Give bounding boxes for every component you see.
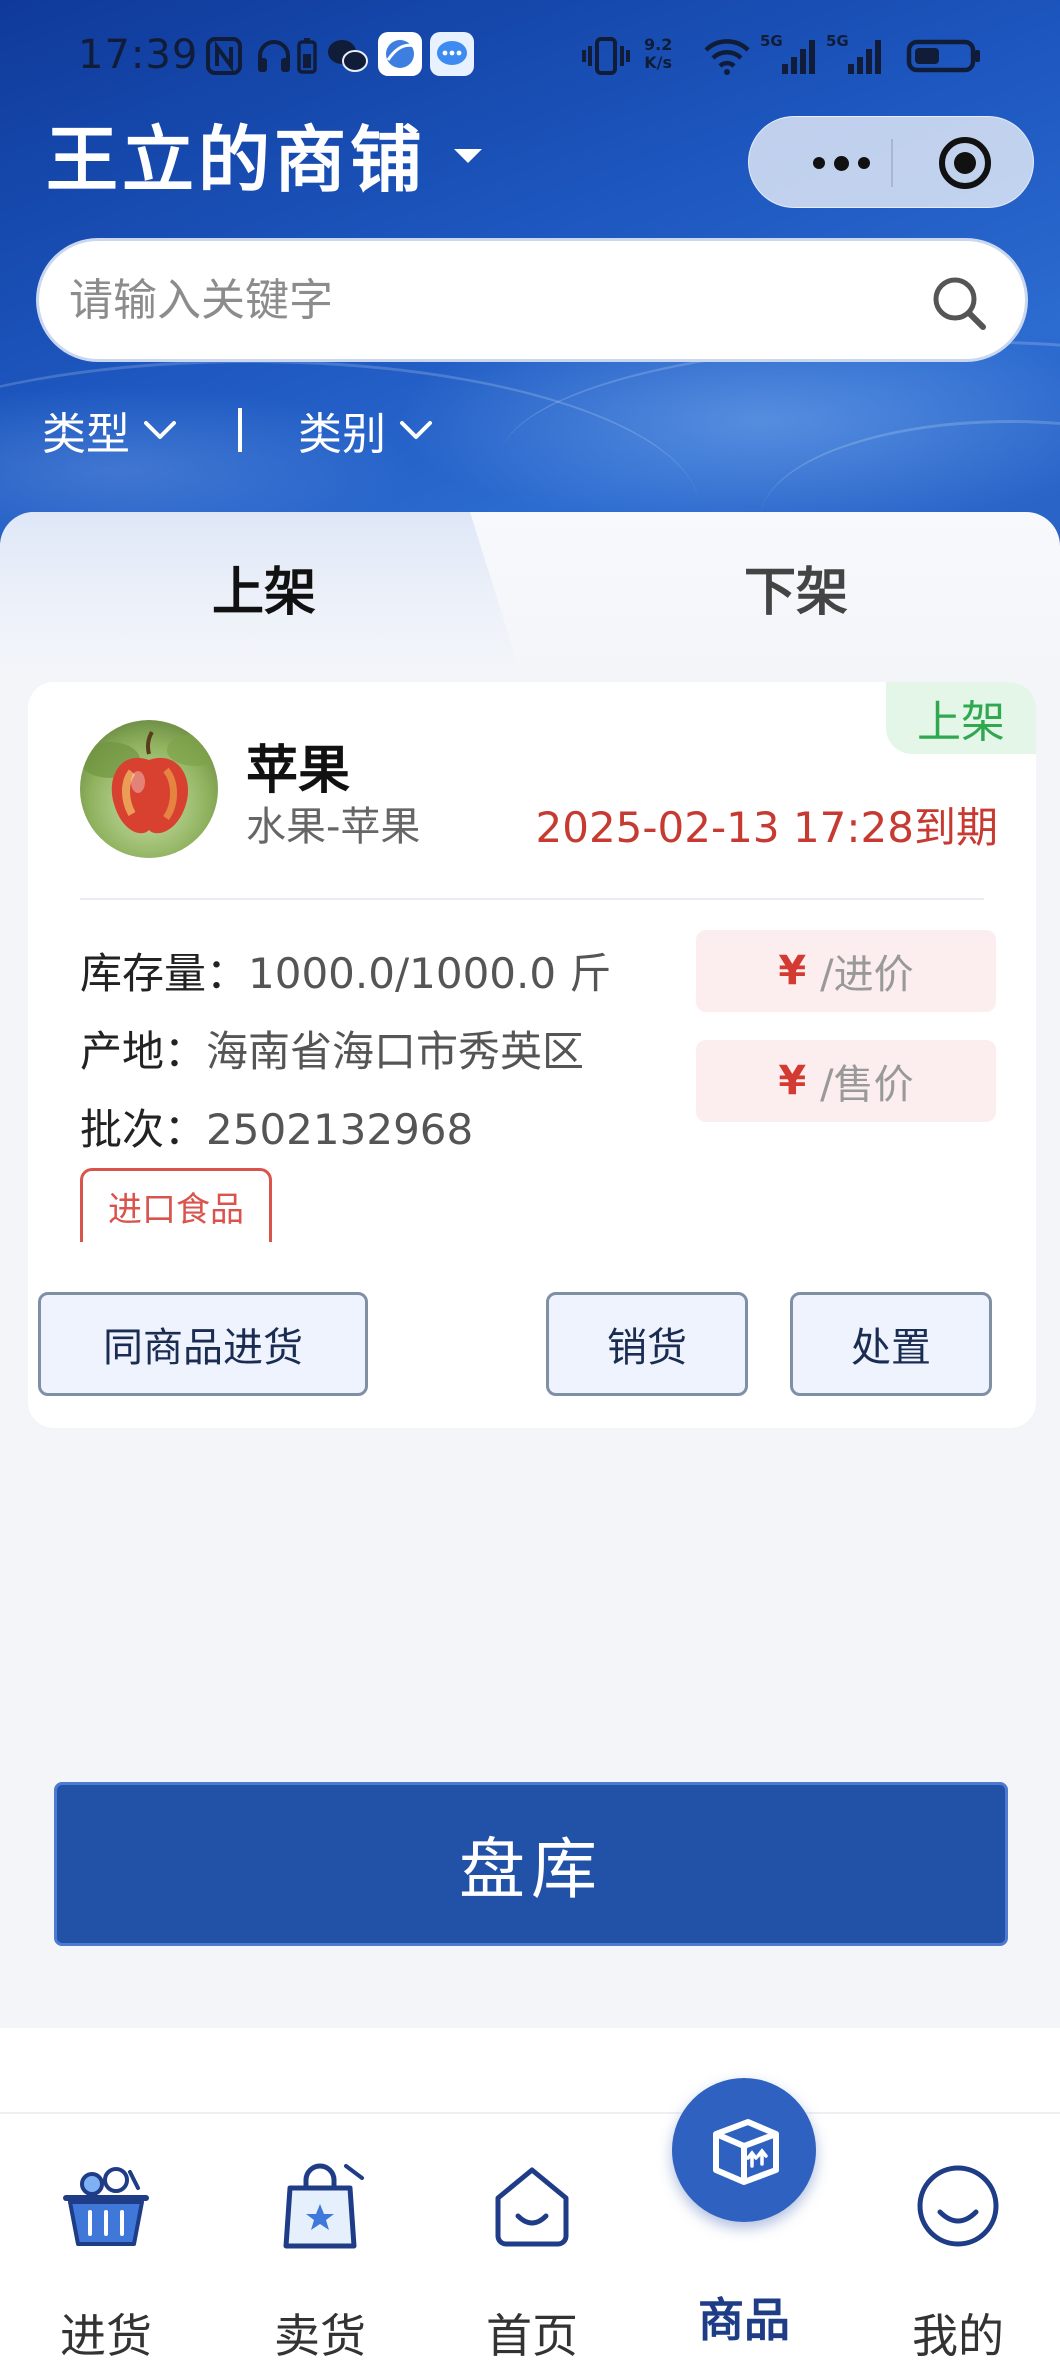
net-speed: 9.2 K/s <box>644 35 673 72</box>
nav-item-purchase[interactable]: 进货 <box>26 2158 186 2363</box>
product-tag: 进口食品 <box>80 1168 272 1242</box>
headphones-icon <box>258 40 290 72</box>
filter-type[interactable]: 类型 <box>42 398 180 462</box>
bottom-nav: 进货 卖货 首页 商品 我的 <box>0 2028 1060 2376</box>
basket-icon <box>63 2167 149 2246</box>
signal-1-icon <box>782 40 815 74</box>
dispose-button[interactable]: 处置 <box>790 1292 992 1396</box>
product-name: 苹果 <box>246 741 351 801</box>
nav-item-profile[interactable]: 我的 <box>878 2158 1038 2363</box>
batch-label: 批次： <box>80 1105 207 1154</box>
search-bar[interactable] <box>36 238 1028 362</box>
inventory-check-button[interactable]: 盘库 <box>54 1782 1008 1946</box>
status-tabs: 上架 下架 <box>0 512 1060 672</box>
batch-info: 批次：2502132968 <box>80 1096 473 1157</box>
nav-item-home[interactable]: 首页 <box>452 2158 612 2363</box>
status-badge: 上架 <box>886 682 1036 754</box>
purchase-price-label: /进价 <box>820 952 914 998</box>
product-category: 水果-苹果 <box>246 804 421 850</box>
nav-item-products[interactable]: 商品 <box>664 2158 824 2358</box>
signal-2-icon <box>848 40 881 74</box>
chevron-down-icon <box>400 421 432 439</box>
nav-label-profile: 我的 <box>912 2309 1004 2363</box>
filter-bar: 类型 类别 <box>42 400 436 460</box>
capsule-divider <box>891 139 893 187</box>
shop-title: 王立的商铺 <box>46 120 427 201</box>
shop-title-row[interactable]: 王立的商铺 <box>46 108 483 201</box>
smile-icon <box>917 2165 999 2247</box>
sale-price-label: /售价 <box>820 1062 914 1108</box>
filter-category-label: 类别 <box>298 409 386 460</box>
currency-symbol: ¥ <box>778 1058 807 1104</box>
wechat-icon <box>328 40 368 72</box>
tab-listed[interactable]: 上架 <box>212 550 316 625</box>
filter-category[interactable]: 类别 <box>298 398 436 462</box>
product-expiry: 2025-02-13 17:28到期 <box>535 803 998 852</box>
nav-label-home: 首页 <box>486 2309 578 2363</box>
restock-button[interactable]: 同商品进货 <box>38 1292 368 1396</box>
search-input[interactable] <box>69 260 889 340</box>
purchase-price[interactable]: ¥ /进价 <box>696 930 996 1012</box>
batch-value: 2502132968 <box>206 1105 474 1154</box>
nfc-icon <box>206 37 242 75</box>
browser-app-icon <box>378 32 422 76</box>
nav-divider <box>0 2112 1060 2114</box>
nav-label-sell: 卖货 <box>274 2309 366 2363</box>
origin-label: 产地： <box>80 1027 207 1076</box>
sale-price[interactable]: ¥ /售价 <box>696 1040 996 1122</box>
product-image <box>80 720 218 858</box>
caret-down-icon[interactable] <box>454 149 483 163</box>
battery-icon <box>906 39 980 73</box>
wifi-icon <box>704 39 750 75</box>
status-time: 17:39 <box>78 32 199 78</box>
filter-separator <box>238 408 242 452</box>
product-card[interactable]: 上架 苹果 水果-苹果 2025-02-13 17:28到期 库存量：1000.… <box>28 682 1036 1428</box>
origin-info: 产地：海南省海口市秀英区 <box>80 1018 584 1079</box>
home-icon <box>495 2167 569 2247</box>
stock-label: 库存量： <box>80 949 249 998</box>
close-miniprogram-icon[interactable] <box>939 137 991 189</box>
battery-small-icon <box>297 38 317 74</box>
miniprogram-capsule <box>748 116 1034 208</box>
search-icon[interactable] <box>929 273 989 333</box>
origin-value: 海南省海口市秀英区 <box>206 1027 585 1076</box>
status-bar: 17:39 9.2 K/s 5G 5G <box>0 28 1060 88</box>
filter-type-label: 类型 <box>42 409 130 460</box>
shopping-bag-icon <box>283 2163 364 2249</box>
nav-label-purchase: 进货 <box>60 2309 152 2363</box>
stock-info: 库存量：1000.0/1000.0 斤 <box>80 940 611 1001</box>
nav-label-products: 商品 <box>698 2293 790 2347</box>
stock-value: 1000.0/1000.0 斤 <box>248 949 612 998</box>
card-divider <box>80 898 984 900</box>
nav-item-sell[interactable]: 卖货 <box>240 2158 400 2363</box>
sell-button[interactable]: 销货 <box>546 1292 748 1396</box>
message-app-icon <box>430 32 474 76</box>
vibrate-icon <box>582 37 630 75</box>
tab-delisted[interactable]: 下架 <box>744 550 848 625</box>
apple-icon <box>80 730 218 834</box>
more-menu-icon[interactable] <box>791 117 891 209</box>
currency-symbol: ¥ <box>778 948 807 994</box>
chevron-down-icon <box>144 421 176 439</box>
